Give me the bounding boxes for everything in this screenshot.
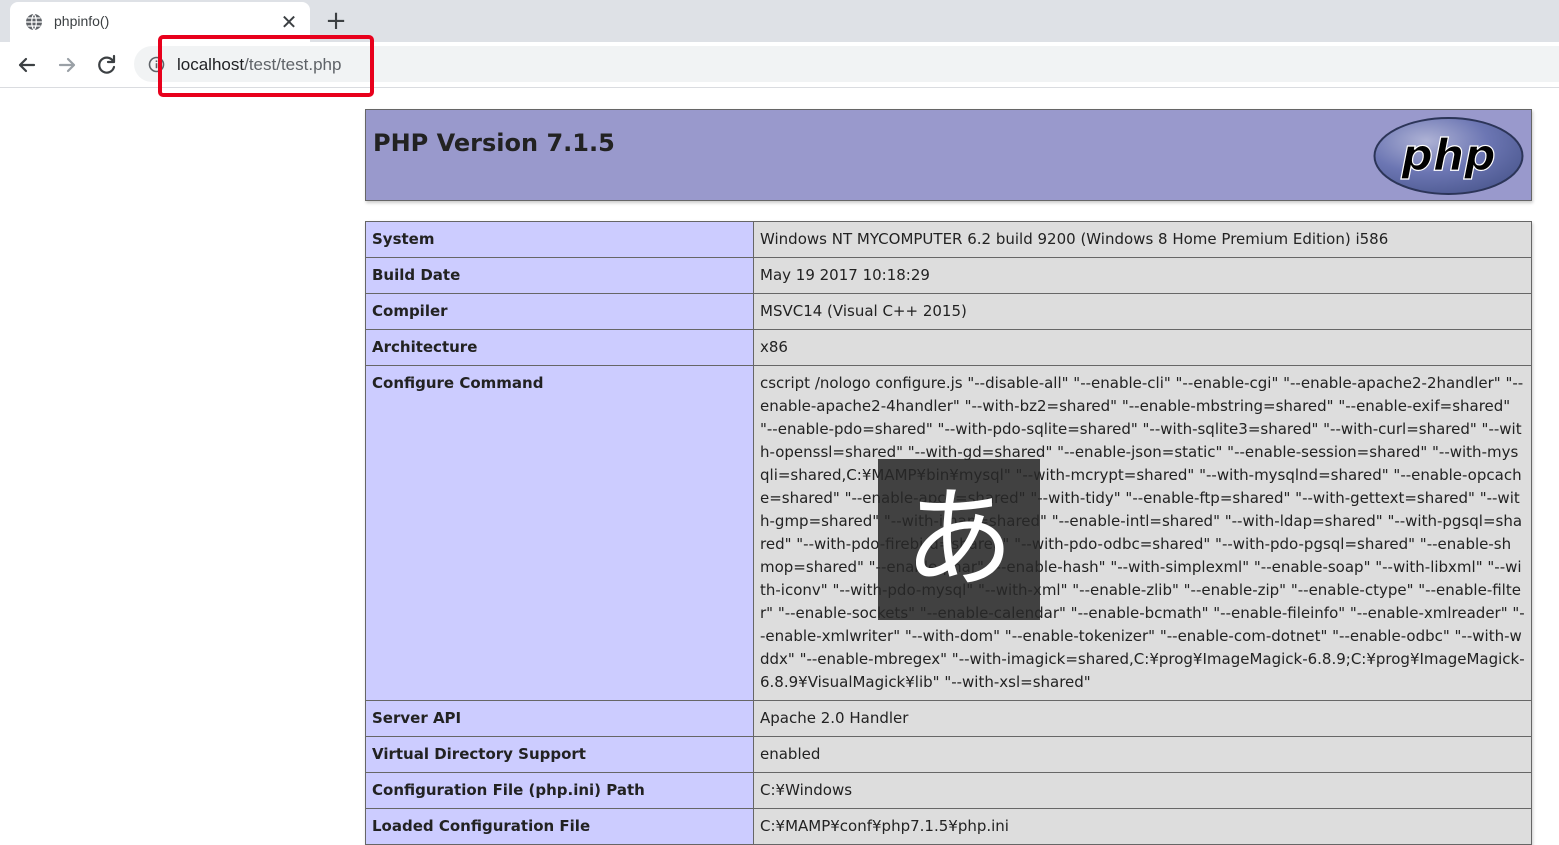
forward-arrow-icon[interactable] xyxy=(52,50,82,80)
table-row: Server API Apache 2.0 Handler xyxy=(365,700,1532,737)
reload-icon[interactable] xyxy=(92,50,122,80)
row-key: Compiler xyxy=(365,293,754,330)
row-key: System xyxy=(365,221,754,258)
globe-icon xyxy=(26,13,42,31)
url-path: /test/test.php xyxy=(244,55,342,74)
row-value: enabled xyxy=(753,736,1532,773)
row-value: C:¥Windows xyxy=(753,772,1532,809)
table-row: System Windows NT MYCOMPUTER 6.2 build 9… xyxy=(365,221,1532,258)
back-arrow-icon[interactable] xyxy=(12,50,42,80)
table-row: Compiler MSVC14 (Visual C++ 2015) xyxy=(365,293,1532,330)
browser-toolbar: localhost/test/test.php xyxy=(0,42,1559,88)
row-value: Windows NT MYCOMPUTER 6.2 build 9200 (Wi… xyxy=(753,221,1532,258)
row-value: Apache 2.0 Handler xyxy=(753,700,1532,737)
table-row: Configuration File (php.ini) Path C:¥Win… xyxy=(365,772,1532,809)
row-key: Virtual Directory Support xyxy=(365,736,754,773)
php-logo-text: php xyxy=(1400,130,1495,181)
row-key: Configure Command xyxy=(365,365,754,701)
row-value: cscript /nologo configure.js "--disable-… xyxy=(753,365,1532,701)
row-key: Server API xyxy=(365,700,754,737)
url-host: localhost xyxy=(177,55,245,74)
row-value: x86 xyxy=(753,329,1532,366)
row-value: C:¥MAMP¥conf¥php7.1.5¥php.ini xyxy=(753,808,1532,845)
table-row: Virtual Directory Support enabled xyxy=(365,736,1532,773)
row-key: Architecture xyxy=(365,329,754,366)
tab-title: phpinfo() xyxy=(54,13,110,29)
row-key: Configuration File (php.ini) Path xyxy=(365,772,754,809)
close-tab-icon[interactable]: ✕ xyxy=(278,11,300,33)
row-value: MSVC14 (Visual C++ 2015) xyxy=(753,293,1532,330)
tab-strip: phpinfo() ✕ + xyxy=(0,0,1559,42)
table-row: Architecture x86 xyxy=(365,329,1532,366)
browser-tab[interactable]: phpinfo() ✕ xyxy=(10,2,310,42)
ime-mode-indicator: あ xyxy=(878,459,1040,620)
row-value: May 19 2017 10:18:29 xyxy=(753,257,1532,294)
php-logo-icon[interactable]: php xyxy=(1372,116,1525,196)
new-tab-button[interactable]: + xyxy=(322,7,350,35)
page-title: PHP Version 7.1.5 xyxy=(373,129,615,157)
table-row: Build Date May 19 2017 10:18:29 xyxy=(365,257,1532,294)
address-bar[interactable]: localhost/test/test.php xyxy=(134,46,1559,82)
row-key: Loaded Configuration File xyxy=(365,808,754,845)
url-text[interactable]: localhost/test/test.php xyxy=(177,55,341,75)
php-version-header: PHP Version 7.1.5 php xyxy=(365,109,1532,201)
table-row: Loaded Configuration File C:¥MAMP¥conf¥p… xyxy=(365,808,1532,845)
info-icon[interactable] xyxy=(148,56,165,73)
row-key: Build Date xyxy=(365,257,754,294)
